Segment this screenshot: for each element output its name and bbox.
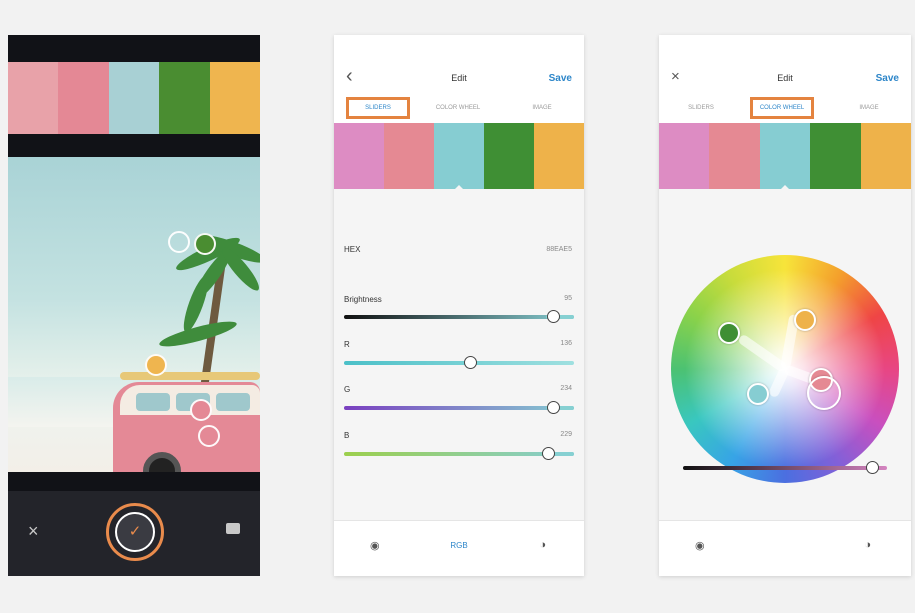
selected-swatch-caret [779,185,791,191]
color-picker-handle[interactable] [145,354,167,376]
color-picker-handle[interactable] [190,399,212,421]
green-label: G [344,385,351,394]
brightness-label: Brightness [344,295,382,304]
color-picker-handle[interactable] [194,233,216,255]
color-harmony-icon[interactable]: ◉ [695,539,705,552]
tab-sliders[interactable]: SLIDERS [669,97,733,119]
green-slider[interactable] [344,401,574,414]
color-wheel[interactable] [671,255,899,483]
close-icon[interactable]: × [28,521,39,542]
tab-color-wheel[interactable]: COLOR WHEEL [426,97,490,119]
hex-label: HEX [344,245,361,254]
slider-knob[interactable] [546,310,560,323]
brightness-slider[interactable] [344,310,574,323]
swatch-4[interactable] [810,123,861,189]
swatch-1[interactable] [659,123,710,189]
slider-knob[interactable] [546,401,560,414]
color-picker-handle[interactable] [168,231,190,253]
blue-slider[interactable] [344,447,574,460]
hex-value[interactable]: 88EAE5 [546,246,572,253]
captured-palette [8,62,260,134]
color-mode-rgb[interactable]: RGB [334,541,584,550]
tab-image[interactable]: IMAGE [510,97,574,119]
green-value: 234 [560,385,572,392]
van-window [216,393,250,411]
swatch-1[interactable] [8,62,59,134]
tab-image[interactable]: IMAGE [837,97,901,119]
camera-preview [8,157,260,472]
page-title: Edit [777,73,793,83]
swatch-5[interactable] [860,123,911,189]
swatch-5[interactable] [209,62,260,134]
bottom-toolbar: ◉ RGB ◑ [334,520,584,576]
palm-frond [157,316,239,352]
palette-icon[interactable]: ◑ [864,539,871,551]
swatch-3[interactable] [108,62,160,134]
wheel-spoke [737,333,788,374]
swatch-4[interactable] [159,62,210,134]
van-surfboard [120,372,260,380]
van-window [136,393,170,411]
tab-sliders[interactable]: SLIDERS [346,97,410,119]
capture-toolbar: × ✓ [8,491,260,576]
palette-strip [659,123,911,189]
wheel-handle-yellow[interactable] [794,309,816,331]
palette-icon[interactable]: ◑ [539,539,546,551]
edit-color-wheel-screen: × Edit Save SLIDERS COLOR WHEEL IMAGE ◉ … [659,35,911,576]
swatch-2[interactable] [384,123,434,189]
blue-label: B [344,431,350,440]
save-button[interactable]: Save [876,73,899,84]
swatch-2[interactable] [58,62,109,134]
header: × Edit Save SLIDERS COLOR WHEEL IMAGE [659,35,911,125]
swatch-3[interactable] [759,123,811,189]
swatch-3[interactable] [434,123,484,189]
wheel-handle-teal[interactable] [747,383,769,405]
checkmark-icon: ✓ [115,512,155,552]
header: ‹ Edit Save SLIDERS COLOR WHEEL IMAGE [334,35,584,125]
selected-swatch-caret [453,185,465,191]
bottom-toolbar: ◉ ◑ [659,520,911,576]
save-button[interactable]: Save [549,73,572,84]
wheel-handle-selected[interactable] [807,376,841,410]
slider-knob[interactable] [866,461,880,474]
wheel-brightness-slider[interactable] [683,461,887,474]
image-icon[interactable] [226,523,240,534]
slider-knob[interactable] [542,447,556,460]
page-title: Edit [451,73,467,83]
capture-screen: × ✓ [8,35,260,576]
edit-sliders-screen: ‹ Edit Save SLIDERS COLOR WHEEL IMAGE HE… [334,35,584,576]
brightness-value: 95 [564,295,572,302]
swatch-2[interactable] [709,123,760,189]
tab-color-wheel[interactable]: COLOR WHEEL [750,97,814,119]
slider-knob[interactable] [464,356,477,369]
swatch-5[interactable] [534,123,584,189]
red-slider[interactable] [344,356,574,369]
capture-button[interactable]: ✓ [106,503,164,561]
wheel-handle-green[interactable] [718,322,740,344]
blue-value: 229 [560,431,572,438]
red-value: 136 [560,340,572,347]
palette-strip [334,123,584,189]
color-picker-handle[interactable] [198,425,220,447]
red-label: R [344,340,350,349]
swatch-4[interactable] [484,123,534,189]
swatch-1[interactable] [334,123,384,189]
